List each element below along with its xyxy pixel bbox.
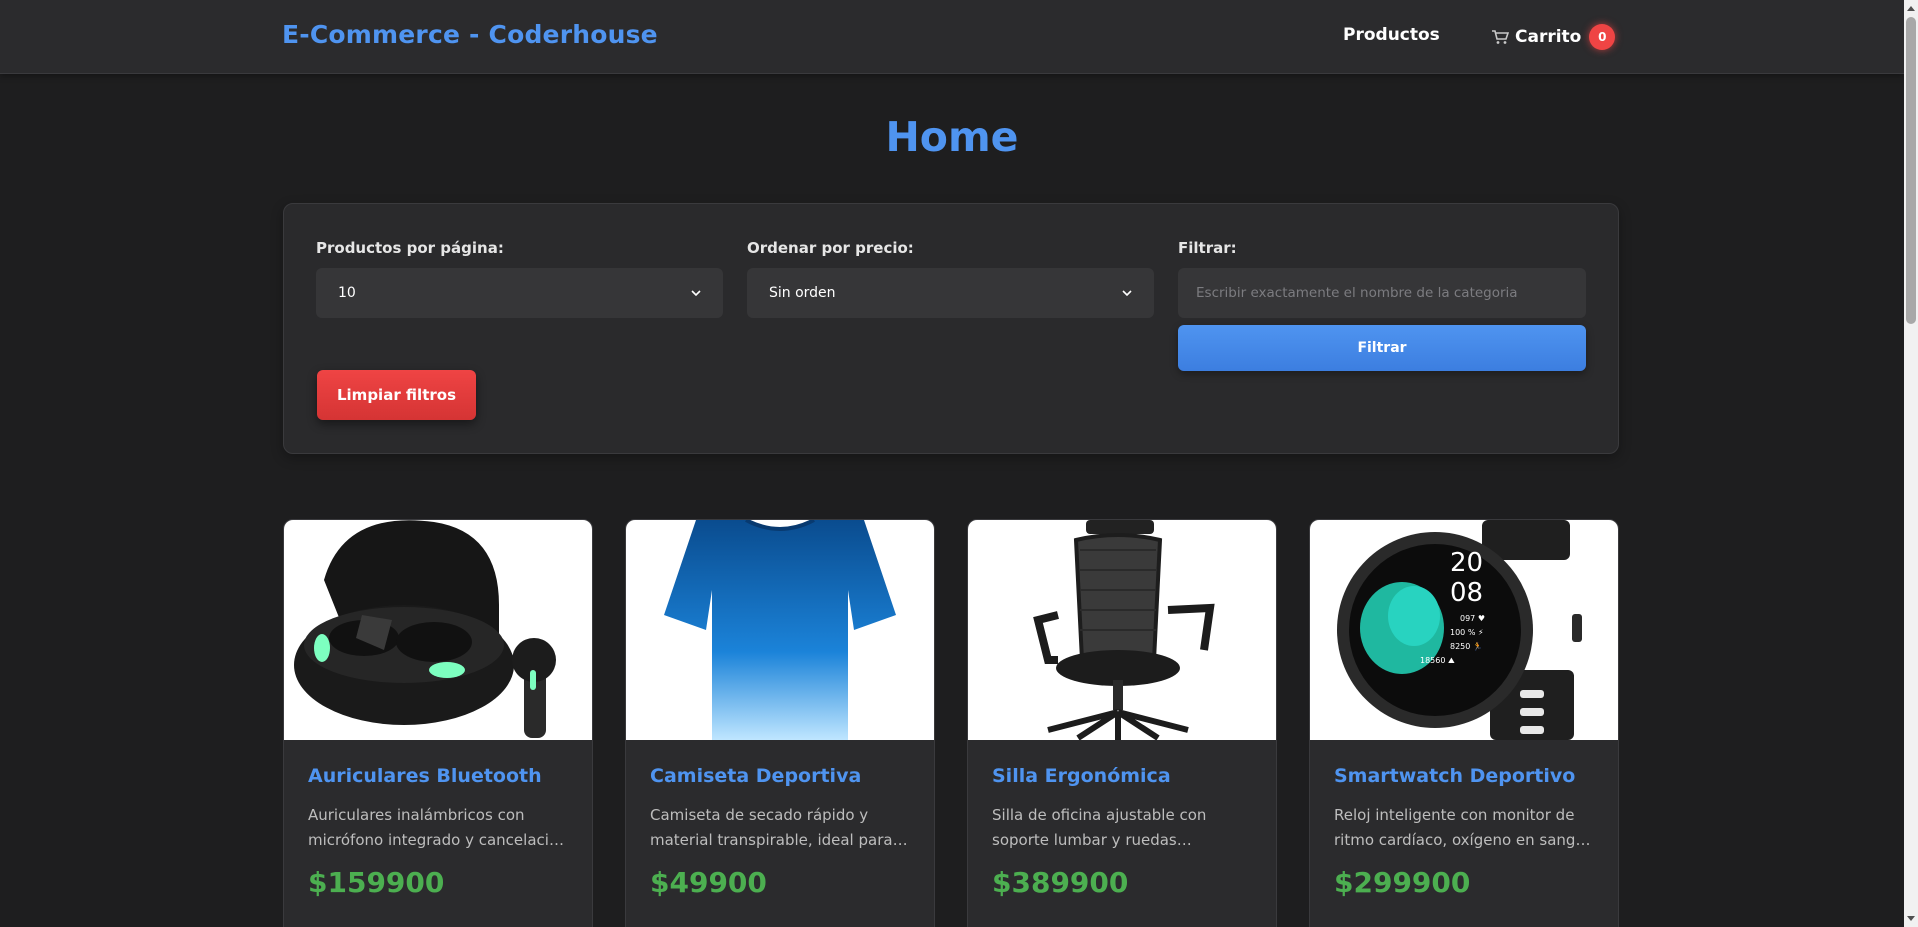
product-description: Camiseta de secado rápido y material tra… (650, 806, 893, 849)
watch-stat: 18560 ⛰ (1420, 656, 1455, 665)
navbar: E-Commerce - Coderhouse Productos Carrit… (0, 0, 1904, 74)
shopping-cart-icon (1492, 30, 1509, 44)
product-card[interactable]: Auriculares Bluetooth Auriculares inalám… (283, 519, 593, 927)
watch-stat: 8250 🏃 (1450, 642, 1483, 651)
filters-panel: Productos por página: 10 Ordenar por pre… (283, 203, 1619, 454)
product-name: Auriculares Bluetooth (308, 765, 542, 787)
product-name: Camiseta Deportiva (650, 765, 862, 787)
product-card[interactable]: Silla Ergonómica Silla de oficina ajusta… (967, 519, 1277, 927)
smartwatch-image: 20 08 097 ♥ 100 % ⚡ 8250 🏃 18560 ⛰ (1310, 520, 1618, 740)
per-page-select[interactable]: 10 (316, 268, 723, 318)
page-title: Home (885, 113, 1019, 161)
scroll-up-arrow-icon[interactable] (1907, 6, 1915, 11)
filter-button[interactable]: Filtrar (1178, 325, 1586, 371)
nav-link-productos[interactable]: Productos (1343, 25, 1440, 45)
product-name: Smartwatch Deportivo (1334, 765, 1576, 787)
cart-count-badge: 0 (1589, 24, 1616, 50)
brand-logo[interactable]: E-Commerce - Coderhouse (282, 20, 658, 49)
product-price: $299900 (1334, 866, 1471, 899)
filter-label: Filtrar: (1178, 239, 1237, 257)
per-page-label: Productos por página: (316, 239, 504, 257)
product-price: $49900 (650, 866, 767, 899)
cart-label: Carrito (1515, 27, 1582, 47)
product-price: $389900 (992, 866, 1129, 899)
product-price: $159900 (308, 866, 445, 899)
watch-stat: 100 % ⚡ (1450, 628, 1484, 637)
product-card[interactable]: Camiseta Deportiva Camiseta de secado rá… (625, 519, 935, 927)
tshirt-image (626, 520, 934, 740)
scrollbar-thumb[interactable] (1906, 17, 1916, 324)
sort-value: Sin orden (769, 285, 836, 301)
scroll-down-arrow-icon[interactable] (1907, 916, 1915, 921)
chevron-down-icon (691, 290, 701, 296)
watch-stat: 097 ♥ (1460, 614, 1485, 623)
page-scrollbar[interactable] (1904, 0, 1918, 927)
product-description: Auriculares inalámbricos con micrófono i… (308, 806, 568, 849)
watch-hour: 20 (1450, 548, 1484, 578)
product-name: Silla Ergonómica (992, 765, 1171, 787)
product-card[interactable]: 20 08 097 ♥ 100 % ⚡ 8250 🏃 18560 ⛰ Smart… (1309, 519, 1619, 927)
cart-button[interactable]: Carrito 0 (1491, 24, 1616, 50)
office-chair-image (968, 520, 1276, 740)
category-filter-input[interactable] (1178, 268, 1586, 318)
earbuds-image (284, 520, 592, 740)
product-description: Reloj inteligente con monitor de ritmo c… (1334, 806, 1591, 849)
chevron-down-icon (1122, 290, 1132, 296)
sort-select[interactable]: Sin orden (747, 268, 1154, 318)
clear-filters-button[interactable]: Limpiar filtros (317, 370, 476, 420)
per-page-value: 10 (338, 285, 356, 301)
sort-label: Ordenar por precio: (747, 239, 914, 257)
product-description: Silla de oficina ajustable con soporte l… (992, 806, 1207, 849)
watch-minute: 08 (1450, 578, 1484, 608)
